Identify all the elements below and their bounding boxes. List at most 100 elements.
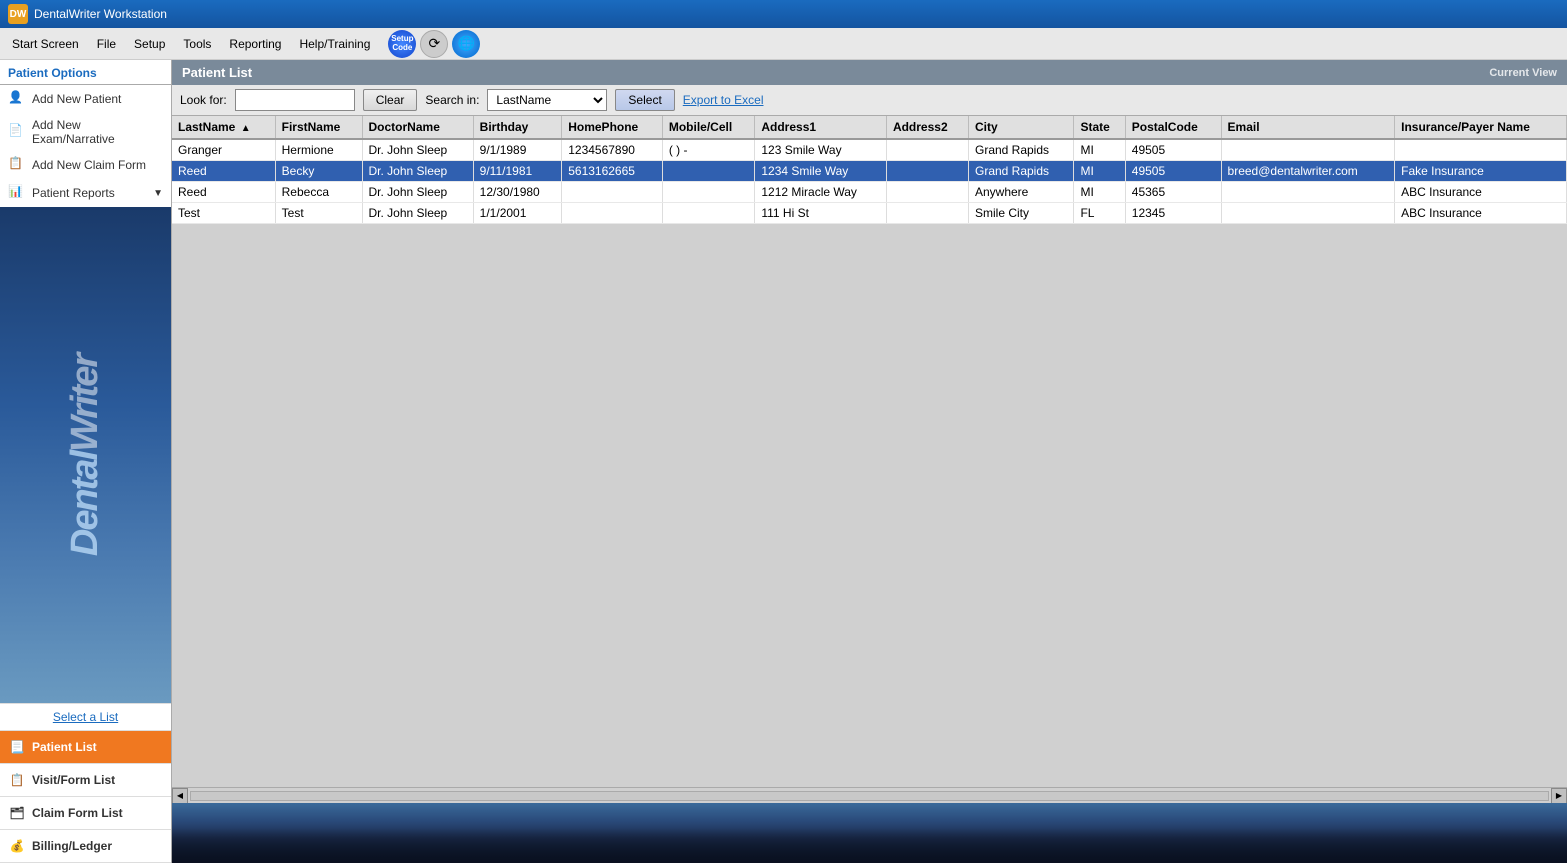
col-firstname[interactable]: FirstName — [275, 116, 362, 139]
col-address2[interactable]: Address2 — [886, 116, 968, 139]
look-for-input[interactable] — [235, 89, 355, 111]
cell-homePhone — [562, 203, 663, 224]
export-to-excel-link[interactable]: Export to Excel — [683, 93, 764, 107]
visit-form-list-item[interactable]: 📋 Visit/Form List — [0, 764, 171, 797]
cell-lastName: Reed — [172, 161, 275, 182]
menu-file[interactable]: File — [89, 33, 124, 55]
reports-dropdown-icon: ▼ — [153, 188, 163, 199]
select-a-list-link[interactable]: Select a List — [0, 703, 171, 731]
col-email[interactable]: Email — [1221, 116, 1395, 139]
reports-icon: 📊 — [8, 184, 26, 202]
dentalwriter-logo-text: DentalWriter — [64, 354, 107, 555]
patient-reports-button[interactable]: 📊 Patient Reports ▼ — [0, 179, 171, 207]
cell-address1: 1212 Miracle Way — [755, 182, 887, 203]
cell-firstName: Hermione — [275, 139, 362, 161]
patient-list-item[interactable]: 📃 Patient List — [0, 731, 171, 764]
sidebar: Patient Options 👤 Add New Patient 📄 Add … — [0, 60, 172, 863]
scroll-right-btn[interactable]: ▶ — [1551, 788, 1567, 804]
claim-form-icon: 🗂 — [8, 804, 26, 822]
cell-mobileCell — [662, 203, 755, 224]
menu-setup[interactable]: Setup — [126, 33, 173, 55]
title-bar: DW DentalWriter Workstation — [0, 0, 1567, 28]
patient-list-toolbar: Look for: Clear Search in: LastName Firs… — [172, 85, 1567, 116]
col-mobilecell[interactable]: Mobile/Cell — [662, 116, 755, 139]
cell-lastName: Test — [172, 203, 275, 224]
cell-state: MI — [1074, 139, 1125, 161]
cell-state: FL — [1074, 203, 1125, 224]
patient-list-panel: Patient List Current View Look for: Clea… — [172, 60, 1567, 803]
cell-address1: 123 Smile Way — [755, 139, 887, 161]
add-new-patient-button[interactable]: 👤 Add New Patient — [0, 85, 171, 113]
patient-table-wrapper[interactable]: LastName ▲ FirstName DoctorName Birthday… — [172, 116, 1567, 787]
claim-form-list-item[interactable]: 🗂 Claim Form List — [0, 797, 171, 830]
clear-button[interactable]: Clear — [363, 89, 418, 111]
cell-insurancePayer: ABC Insurance — [1395, 203, 1567, 224]
cell-insurancePayer: Fake Insurance — [1395, 161, 1567, 182]
cell-doctorName: Dr. John Sleep — [362, 203, 473, 224]
patient-list-icon: 📃 — [8, 738, 26, 756]
cell-birthday: 12/30/1980 — [473, 182, 562, 203]
cell-email: breed@dentalwriter.com — [1221, 161, 1395, 182]
setup-code-icon[interactable]: SetupCode — [388, 30, 416, 58]
menu-help-training[interactable]: Help/Training — [291, 33, 378, 55]
col-birthday[interactable]: Birthday — [473, 116, 562, 139]
table-row[interactable]: TestTestDr. John Sleep1/1/2001111 Hi StS… — [172, 203, 1567, 224]
search-in-label: Search in: — [425, 93, 479, 107]
cell-firstName: Test — [275, 203, 362, 224]
search-in-select[interactable]: LastName FirstName Birthday HomePhone — [487, 89, 607, 111]
cell-city: Anywhere — [968, 182, 1073, 203]
col-lastname[interactable]: LastName ▲ — [172, 116, 275, 139]
cell-birthday: 1/1/2001 — [473, 203, 562, 224]
cell-postalCode: 12345 — [1125, 203, 1221, 224]
cell-address2 — [886, 182, 968, 203]
col-postalcode[interactable]: PostalCode — [1125, 116, 1221, 139]
menu-tools[interactable]: Tools — [175, 33, 219, 55]
col-doctorname[interactable]: DoctorName — [362, 116, 473, 139]
visit-form-icon: 📋 — [8, 771, 26, 789]
cell-address1: 1234 Smile Way — [755, 161, 887, 182]
current-view-label: Current View — [1489, 67, 1557, 79]
patient-options-header: Patient Options — [0, 60, 171, 85]
cell-mobileCell: ( ) - — [662, 139, 755, 161]
patient-table: LastName ▲ FirstName DoctorName Birthday… — [172, 116, 1567, 224]
person-add-icon: 👤 — [8, 90, 26, 108]
cell-lastName: Granger — [172, 139, 275, 161]
cell-firstName: Becky — [275, 161, 362, 182]
add-new-claim-button[interactable]: 📋 Add New Claim Form — [0, 151, 171, 179]
cell-postalCode: 49505 — [1125, 161, 1221, 182]
cell-address2 — [886, 203, 968, 224]
cell-postalCode: 45365 — [1125, 182, 1221, 203]
cell-address2 — [886, 161, 968, 182]
cell-postalCode: 49505 — [1125, 139, 1221, 161]
col-address1[interactable]: Address1 — [755, 116, 887, 139]
add-new-exam-button[interactable]: 📄 Add New Exam/Narrative — [0, 113, 171, 151]
cell-city: Smile City — [968, 203, 1073, 224]
table-row[interactable]: ReedBeckyDr. John Sleep9/11/198156131626… — [172, 161, 1567, 182]
col-insurance[interactable]: Insurance/Payer Name — [1395, 116, 1567, 139]
menu-start-screen[interactable]: Start Screen — [4, 33, 87, 55]
billing-ledger-item[interactable]: 💰 Billing/Ledger — [0, 830, 171, 863]
cell-state: MI — [1074, 161, 1125, 182]
patient-list-title: Patient List — [182, 65, 252, 80]
cell-homePhone: 1234567890 — [562, 139, 663, 161]
cell-mobileCell — [662, 182, 755, 203]
scroll-track[interactable] — [190, 791, 1549, 801]
horizontal-scrollbar[interactable]: ◀ ▶ — [172, 787, 1567, 803]
cell-state: MI — [1074, 182, 1125, 203]
cell-mobileCell — [662, 161, 755, 182]
table-row[interactable]: ReedRebeccaDr. John Sleep12/30/19801212 … — [172, 182, 1567, 203]
globe-icon[interactable]: 🌐 — [452, 30, 480, 58]
col-homephone[interactable]: HomePhone — [562, 116, 663, 139]
col-city[interactable]: City — [968, 116, 1073, 139]
app-title: DentalWriter Workstation — [34, 7, 167, 21]
sync-icon[interactable]: ⟳ — [420, 30, 448, 58]
app-logo: DW — [8, 4, 28, 24]
menu-reporting[interactable]: Reporting — [221, 33, 289, 55]
cell-email — [1221, 139, 1395, 161]
select-button[interactable]: Select — [615, 89, 674, 111]
cell-address2 — [886, 139, 968, 161]
table-row[interactable]: GrangerHermioneDr. John Sleep9/1/1989123… — [172, 139, 1567, 161]
billing-icon: 💰 — [8, 837, 26, 855]
col-state[interactable]: State — [1074, 116, 1125, 139]
scroll-left-btn[interactable]: ◀ — [172, 788, 188, 804]
